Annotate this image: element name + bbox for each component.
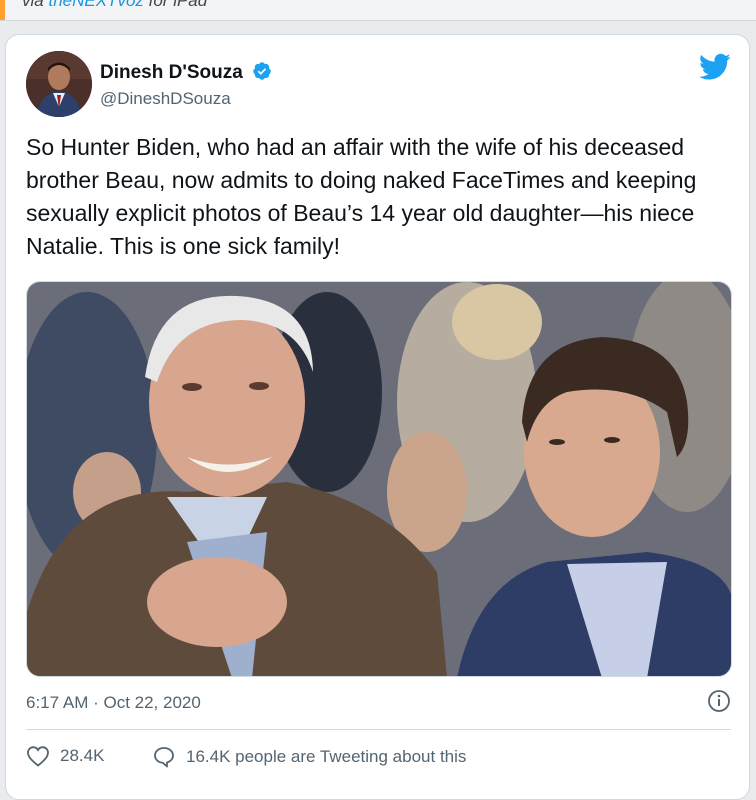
author-handle[interactable]: @DineshDSouza xyxy=(100,89,231,109)
like-count: 28.4K xyxy=(60,746,105,765)
twitter-bird-icon[interactable] xyxy=(699,53,731,81)
tweet-text: So Hunter Biden, who had an affair with … xyxy=(26,134,697,259)
tweet-card[interactable]: Dinesh D'Souza @DineshDSouza So Hunter B… xyxy=(5,34,750,800)
divider xyxy=(26,729,731,730)
author-name[interactable]: Dinesh D'Souza xyxy=(100,61,272,84)
tweeting-count-text: 16.4K people are Tweeting about this xyxy=(186,747,467,766)
source-link[interactable]: theNEXTvoz xyxy=(48,0,143,10)
embed-source-strip: via theNEXTvoz for iPad xyxy=(0,0,756,21)
tweet-photo[interactable] xyxy=(26,281,732,677)
info-icon[interactable] xyxy=(707,689,731,713)
source-caption: via theNEXTvoz for iPad xyxy=(22,0,207,11)
reply-bubble-icon[interactable] xyxy=(152,745,176,769)
accent-bar xyxy=(0,0,5,20)
source-prefix: via xyxy=(22,0,49,10)
author-name-text[interactable]: Dinesh D'Souza xyxy=(100,62,243,83)
heart-icon[interactable] xyxy=(26,745,50,767)
avatar[interactable] xyxy=(26,51,92,117)
tweet-timestamp[interactable]: 6:17 AM · Oct 22, 2020 xyxy=(26,693,201,713)
like-action[interactable]: 28.4K xyxy=(26,745,104,767)
source-suffix: for iPad xyxy=(143,0,208,10)
tweeting-action[interactable]: 16.4K people are Tweeting about this xyxy=(152,745,466,769)
verified-badge-icon xyxy=(253,62,271,80)
